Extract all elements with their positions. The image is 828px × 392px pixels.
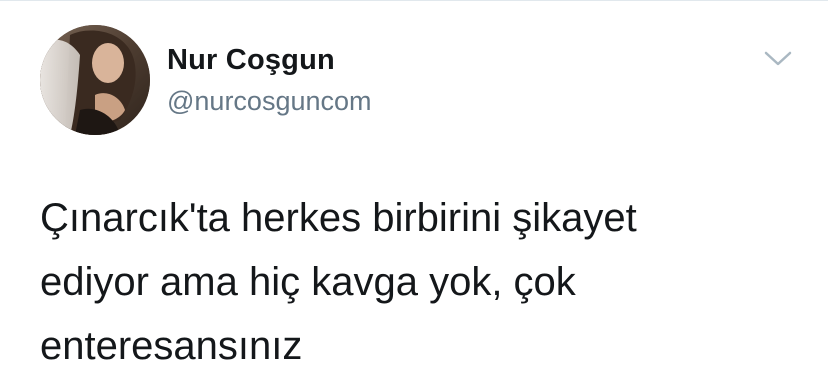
tweet-text: Çınarcık'ta herkes birbirini şikayet edi… bbox=[40, 186, 800, 378]
tweet-text-line: Çınarcık'ta herkes birbirini şikayet bbox=[40, 196, 637, 240]
tweet-menu-button[interactable] bbox=[764, 49, 792, 69]
tweet-text-line: enteresansınız bbox=[40, 324, 303, 368]
avatar[interactable] bbox=[40, 25, 150, 135]
user-handle[interactable]: @nurcosguncom bbox=[167, 86, 372, 117]
tweet-card: Nur Coşgun @nurcosguncom Çınarcık'ta her… bbox=[0, 0, 828, 392]
chevron-down-icon bbox=[764, 51, 792, 66]
profile-photo-icon bbox=[40, 25, 150, 135]
divider bbox=[0, 0, 828, 1]
tweet-text-line: ediyor ama hiç kavga yok, çok bbox=[40, 260, 576, 304]
display-name[interactable]: Nur Coşgun bbox=[167, 44, 335, 77]
